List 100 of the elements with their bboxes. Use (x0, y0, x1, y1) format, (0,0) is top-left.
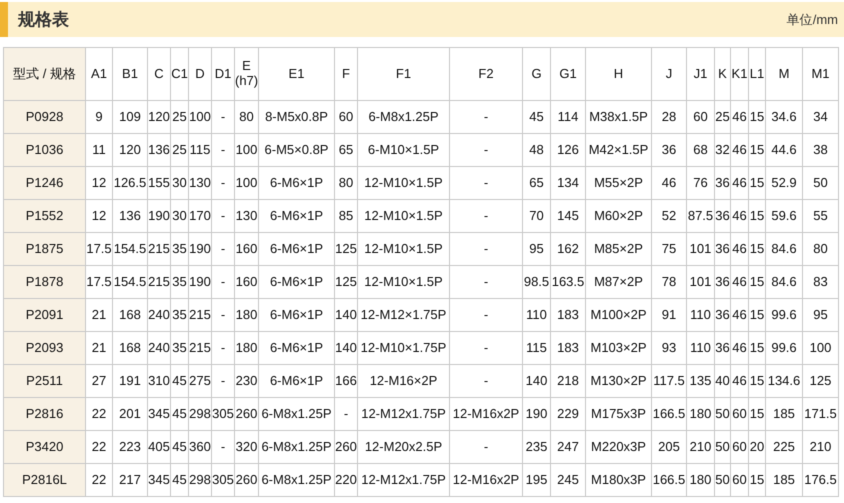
table-cell: 245 (550, 464, 586, 496)
table-cell: 320 (234, 430, 258, 464)
table-cell: 50 (714, 430, 730, 464)
table-cell: 154.5 (112, 232, 148, 266)
column-header: A1 (86, 48, 112, 100)
table-cell: 52.9 (766, 166, 802, 200)
table-cell: 134.6 (766, 364, 802, 398)
model-cell: P1552 (4, 200, 86, 232)
table-cell: 78 (652, 266, 686, 298)
table-cell: 25 (170, 134, 188, 166)
table-cell: 22 (86, 430, 112, 464)
table-cell: 100 (802, 332, 838, 364)
table-cell: 215 (148, 266, 170, 298)
table-cell: 345 (148, 464, 170, 496)
table-cell: 166.5 (652, 464, 686, 496)
table-cell: 218 (550, 364, 586, 398)
table-cell: 44.6 (766, 134, 802, 166)
table-cell: 235 (522, 430, 550, 464)
table-cell: M180x3P (586, 464, 652, 496)
table-cell: - (212, 166, 234, 200)
model-cell: P1875 (4, 232, 86, 266)
table-cell: 195 (522, 464, 550, 496)
column-header: B1 (112, 48, 148, 100)
table-cell: 100 (188, 100, 212, 134)
table-cell: 12-M12×1.75P (358, 298, 450, 332)
table-cell: - (212, 232, 234, 266)
table-cell: 155 (148, 166, 170, 200)
column-header: C1 (170, 48, 188, 100)
table-cell: M55×2P (586, 166, 652, 200)
column-header: J1 (686, 48, 714, 100)
table-cell: 405 (148, 430, 170, 464)
table-cell: 15 (748, 200, 766, 232)
table-cell: M130×2P (586, 364, 652, 398)
table-cell: 215 (148, 232, 170, 266)
table-cell: 36 (714, 166, 730, 200)
table-cell: 17.5 (86, 266, 112, 298)
table-cell: 15 (748, 298, 766, 332)
column-header: K (714, 48, 730, 100)
table-cell: 48 (522, 134, 550, 166)
table-cell: - (450, 200, 522, 232)
table-cell: 12-M16x2P (450, 398, 522, 430)
table-cell: 110 (686, 332, 714, 364)
table-cell: 120 (148, 100, 170, 134)
table-cell: 140 (334, 332, 358, 364)
table-cell: 52 (652, 200, 686, 232)
table-cell: 17.5 (86, 232, 112, 266)
table-cell: 205 (652, 430, 686, 464)
table-cell: 46 (652, 166, 686, 200)
table-cell: 99.6 (766, 332, 802, 364)
section-title: 规格表 (18, 8, 69, 31)
column-header: D1 (212, 48, 234, 100)
table-cell: 6-M5×0.8P (258, 134, 334, 166)
table-cell: 6-M6×1P (258, 266, 334, 298)
table-cell: - (450, 166, 522, 200)
table-cell: 125 (334, 266, 358, 298)
table-cell: 110 (686, 298, 714, 332)
table-cell: 45 (522, 100, 550, 134)
table-cell: 360 (188, 430, 212, 464)
table-cell: 46 (730, 200, 748, 232)
table-cell: 36 (652, 134, 686, 166)
table-cell: 166.5 (652, 398, 686, 430)
table-cell: 275 (188, 364, 212, 398)
table-cell: - (450, 332, 522, 364)
table-cell: 21 (86, 298, 112, 332)
model-cell: P2816L (4, 464, 86, 496)
table-cell: 220 (334, 464, 358, 496)
table-cell: 12-M10×1.5P (358, 200, 450, 232)
unit-label: 单位/mm (786, 10, 838, 29)
table-cell: 12-M10×1.5P (358, 266, 450, 298)
table-cell: 130 (234, 200, 258, 232)
table-cell: 25 (714, 100, 730, 134)
model-cell: P0928 (4, 100, 86, 134)
table-cell: 46 (730, 232, 748, 266)
table-cell: 45 (170, 398, 188, 430)
table-cell: 46 (730, 298, 748, 332)
table-cell: 12-M10×1.5P (358, 166, 450, 200)
table-cell: 171.5 (802, 398, 838, 430)
table-cell: 32 (714, 134, 730, 166)
table-cell: 140 (334, 298, 358, 332)
table-cell: - (212, 298, 234, 332)
table-cell: 30 (170, 200, 188, 232)
model-cell: P2091 (4, 298, 86, 332)
table-cell: 100 (234, 166, 258, 200)
table-cell: 247 (550, 430, 586, 464)
model-cell: P1246 (4, 166, 86, 200)
table-cell: 6-M6×1P (258, 166, 334, 200)
table-cell: M38x1.5P (586, 100, 652, 134)
table-cell: 50 (802, 166, 838, 200)
table-cell: 45 (170, 464, 188, 496)
table-cell: 22 (86, 398, 112, 430)
table-cell: M87×2P (586, 266, 652, 298)
table-cell: 35 (170, 332, 188, 364)
table-cell: - (212, 100, 234, 134)
table-cell: 15 (748, 332, 766, 364)
column-header: M1 (802, 48, 838, 100)
table-cell: 240 (148, 332, 170, 364)
table-cell: 40 (714, 364, 730, 398)
model-cell: P1036 (4, 134, 86, 166)
table-cell: - (450, 134, 522, 166)
table-cell: 115 (188, 134, 212, 166)
